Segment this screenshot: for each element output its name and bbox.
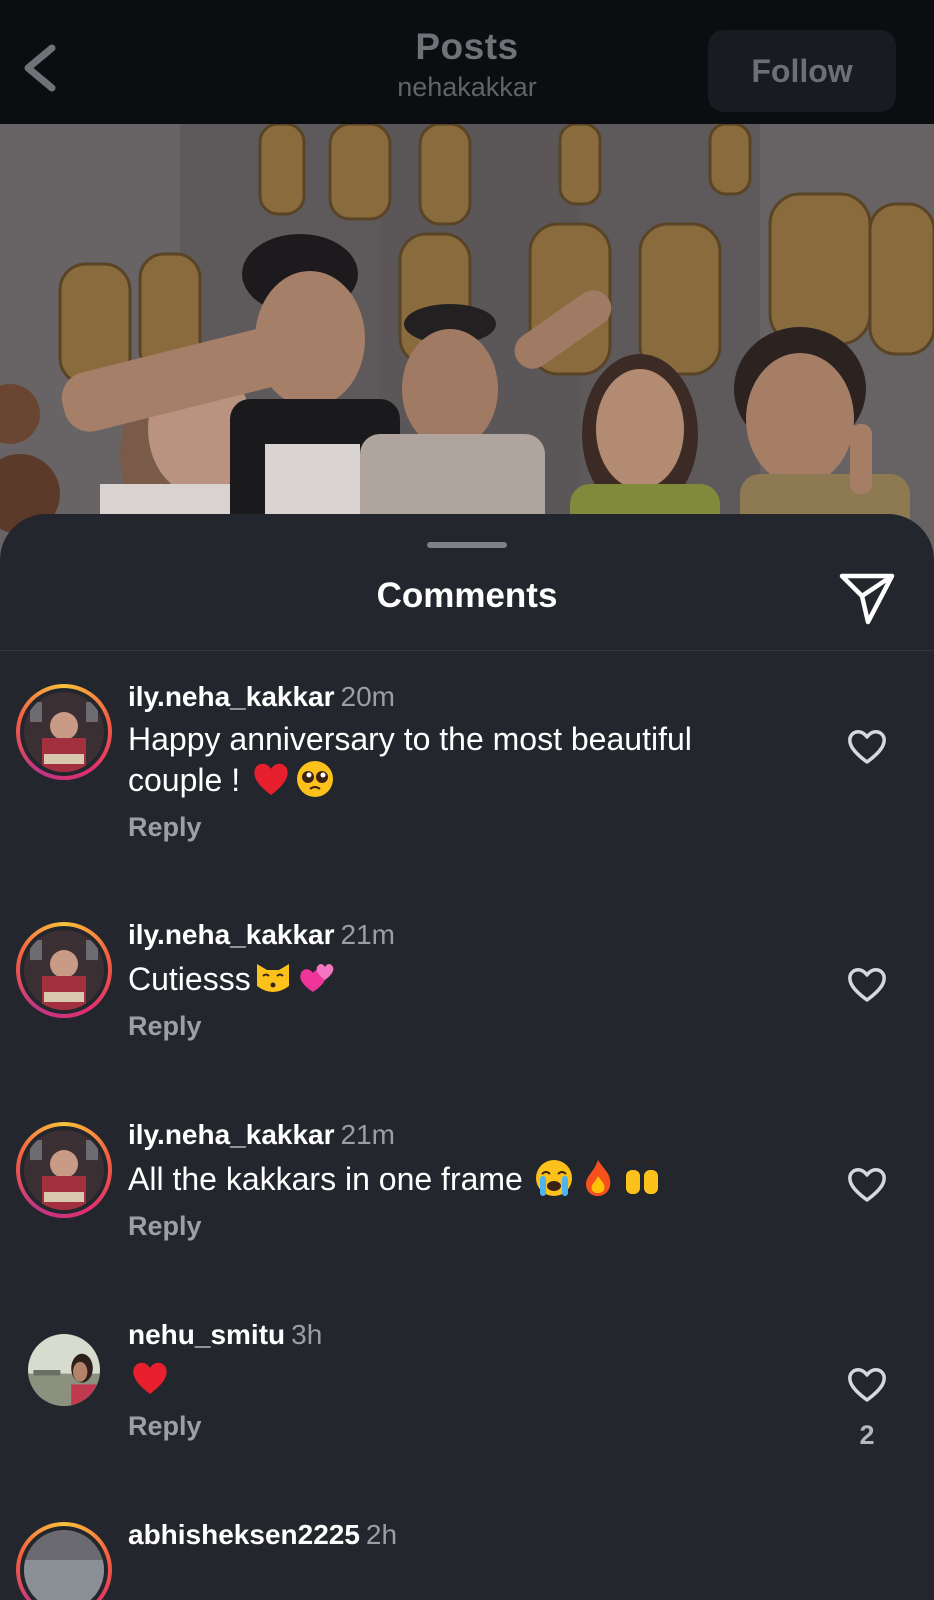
commenter-avatar[interactable] <box>16 922 112 1018</box>
sheet-drag-handle[interactable] <box>427 542 507 548</box>
comments-sheet: Comments ily.neha_kakkar 20m Happy annive… <box>0 514 934 1600</box>
comment-text <box>128 1358 808 1399</box>
comment-time: 3h <box>291 1319 323 1350</box>
comment-text: All the kakkars in one frame <box>128 1158 808 1199</box>
avatar-image <box>24 930 104 1010</box>
comment-username[interactable]: ily.neha_kakkar <box>128 919 335 950</box>
comment-text-line1: Happy anniversary to the most beautiful <box>128 721 692 757</box>
red-heart-emoji <box>133 1362 167 1394</box>
comment-time: 21m <box>340 919 395 950</box>
top-bar: Posts nehakakkar Follow <box>0 0 934 124</box>
comments-title: Comments <box>376 576 558 615</box>
avatar-image <box>28 1334 100 1406</box>
comment-text-line2: couple ! <box>128 762 249 798</box>
avatar-image <box>24 1530 104 1600</box>
comment-username[interactable]: abhisheksen2225 <box>128 1519 360 1550</box>
heart-icon[interactable] <box>846 726 888 766</box>
crying-face-emoji <box>535 1160 572 1196</box>
reply-button[interactable]: Reply <box>128 812 202 843</box>
follow-button[interactable]: Follow <box>708 30 896 112</box>
post-photo[interactable] <box>0 124 934 564</box>
commenter-avatar[interactable] <box>16 1322 112 1418</box>
comment-text-body: Cutiesss <box>128 961 251 997</box>
red-heart-emoji <box>254 763 288 795</box>
reply-button[interactable]: Reply <box>128 1411 202 1442</box>
heart-icon[interactable] <box>846 1164 888 1204</box>
comment-text-body: All the kakkars in one frame <box>128 1161 532 1197</box>
heart-icon[interactable] <box>846 1364 888 1404</box>
comment-text: Cutiesss <box>128 958 808 999</box>
comment-username[interactable]: ily.neha_kakkar <box>128 681 335 712</box>
fire-emoji <box>585 1160 611 1196</box>
share-icon[interactable] <box>838 570 896 626</box>
raising-hands-emoji <box>625 1158 658 1194</box>
commenter-avatar[interactable] <box>16 1122 112 1218</box>
pleading-face-emoji <box>296 761 333 797</box>
avatar-image <box>24 1130 104 1210</box>
avatar-image <box>24 692 104 772</box>
kissing-cat-emoji <box>256 964 289 992</box>
sheet-divider <box>0 650 934 651</box>
heart-icon[interactable] <box>846 964 888 1004</box>
comment-time: 21m <box>340 1119 395 1150</box>
comment-username[interactable]: ily.neha_kakkar <box>128 1119 335 1150</box>
reply-button[interactable]: Reply <box>128 1011 202 1042</box>
comment-username[interactable]: nehu_smitu <box>128 1319 285 1350</box>
comment-time: 20m <box>340 681 395 712</box>
reply-button[interactable]: Reply <box>128 1211 202 1242</box>
two-hearts-emoji <box>300 964 334 992</box>
commenter-avatar[interactable] <box>16 684 112 780</box>
comment-text: Happy anniversary to the most beautiful … <box>128 720 808 800</box>
post-photo-image <box>0 124 934 564</box>
like-count: 2 <box>859 1420 875 1450</box>
comment-time: 2h <box>365 1519 398 1550</box>
commenter-avatar[interactable] <box>16 1522 112 1600</box>
